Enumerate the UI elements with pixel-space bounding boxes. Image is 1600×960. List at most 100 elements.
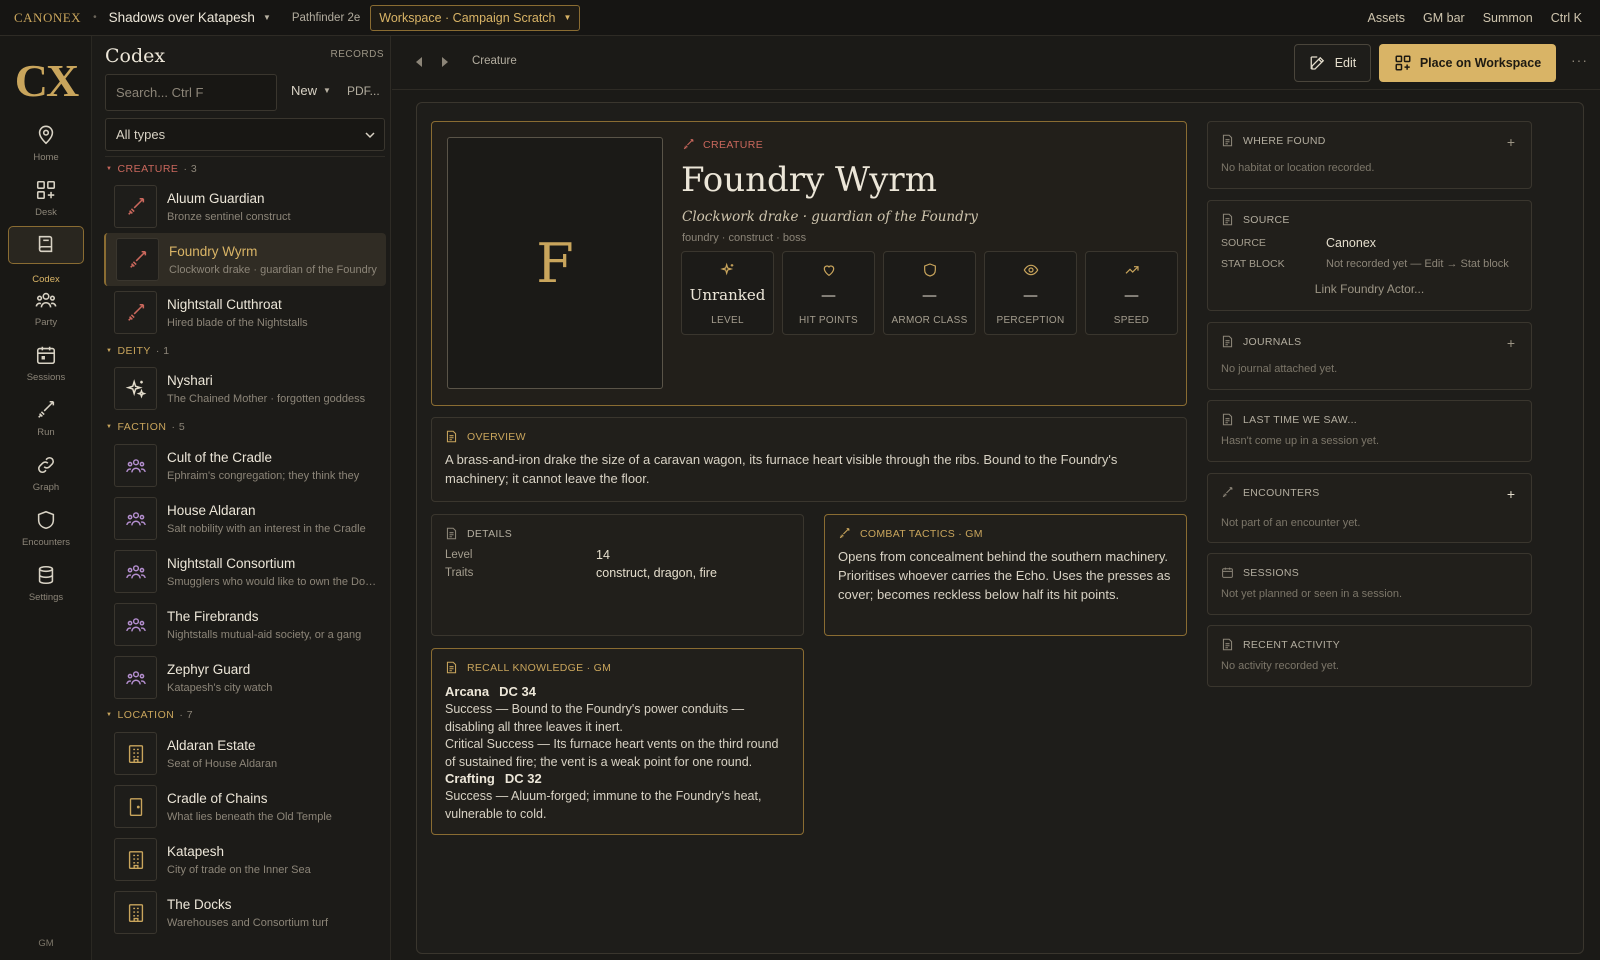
item-name: The Firebrands: [167, 609, 259, 624]
assets-link[interactable]: Assets: [1368, 11, 1406, 25]
item-name: Nyshari: [167, 373, 213, 388]
stat-armor-class[interactable]: — ARMOR CLASS: [883, 251, 976, 335]
list-item-katapesh[interactable]: Katapesh City of trade on the Inner Sea: [104, 833, 386, 886]
recent-activity-empty: No activity recorded yet.: [1221, 660, 1339, 672]
group-label: CREATURE: [117, 163, 179, 175]
rail-item-label: Home: [33, 152, 59, 163]
rail-item-sessions[interactable]: Sessions: [8, 336, 84, 386]
recent-activity-heading: RECENT ACTIVITY: [1243, 638, 1341, 651]
people-icon: [125, 511, 146, 526]
document-icon: [1222, 134, 1233, 147]
last-time-header: LAST TIME WE SAW...: [1221, 413, 1357, 426]
sword-icon: [1222, 487, 1233, 498]
group-count: · 7: [179, 709, 194, 721]
group-header-faction[interactable]: ▼ FACTION · 5: [106, 421, 185, 433]
list-item-zephyr-guard[interactable]: Zephyr Guard Katapesh's city watch: [104, 651, 386, 704]
forward-arrow-icon[interactable]: [438, 55, 452, 69]
skill-name: Crafting: [445, 771, 495, 786]
source-key: SOURCE: [1221, 237, 1266, 249]
brand-logo[interactable]: CANONEX: [14, 10, 81, 26]
item-subtitle: Seat of House Aldaran: [167, 758, 278, 770]
rail-item-encounters[interactable]: Encounters: [8, 501, 84, 551]
people-icon: [35, 292, 57, 308]
trend-icon: [1125, 266, 1139, 274]
item-name: Cult of the Cradle: [167, 450, 273, 465]
gm-bar-link[interactable]: GM bar: [1423, 11, 1465, 25]
rail-item-party[interactable]: Party: [8, 281, 84, 331]
group-header-location[interactable]: ▼ LOCATION · 7: [106, 709, 193, 721]
type-filter-select[interactable]: All types: [105, 118, 385, 151]
list-item-cult-of-the-cradle[interactable]: Cult of the Cradle Ephraim's congregatio…: [104, 439, 386, 492]
list-item-cradle-of-chains[interactable]: Cradle of Chains What lies beneath the O…: [104, 780, 386, 833]
campaign-switcher[interactable]: Shadows over Katapesh ▼: [109, 10, 271, 25]
command-palette-link[interactable]: Ctrl K: [1551, 11, 1582, 25]
pdf-import-button[interactable]: PDF...: [347, 84, 380, 98]
list-item-nightstall-cutthroat[interactable]: Nightstall Cutthroat Hired blade of the …: [104, 286, 386, 339]
item-subtitle: Bronze sentinel construct: [167, 211, 291, 223]
link-foundry-actor-button[interactable]: Link Foundry Actor...: [1208, 282, 1531, 296]
separator: •: [93, 12, 97, 23]
workspace-switcher[interactable]: Workspace · Campaign Scratch ▼: [370, 4, 581, 31]
last-time-empty: Hasn't come up in a session yet.: [1221, 435, 1380, 447]
place-label: Place on Workspace: [1419, 56, 1542, 70]
add-journal-button[interactable]: +: [1507, 335, 1515, 351]
list-item-the-firebrands[interactable]: The Firebrands Nightstalls mutual-aid so…: [104, 598, 386, 651]
list-item-house-aldaran[interactable]: House Aldaran Salt nobility with an inte…: [104, 492, 386, 545]
item-tile: [114, 185, 157, 228]
more-options-button[interactable]: ···: [1571, 52, 1588, 68]
stat-hit-points[interactable]: — HIT POINTS: [782, 251, 875, 335]
top-links: Assets GM bar Summon Ctrl K: [1368, 0, 1582, 36]
stat-block-value[interactable]: Not recorded yet — Edit → Stat block: [1326, 258, 1509, 270]
rail-item-settings[interactable]: Settings: [8, 556, 84, 606]
caret-down-icon: ▼: [323, 86, 331, 95]
rail-item-graph[interactable]: Graph: [8, 446, 84, 496]
stat-speed[interactable]: — SPEED: [1085, 251, 1178, 335]
list-item-aluum-guardian[interactable]: Aluum Guardian Bronze sentinel construct: [104, 180, 386, 233]
add-location-button[interactable]: +: [1507, 134, 1515, 150]
stat-level[interactable]: Unranked LEVEL: [681, 251, 774, 335]
item-tile: [114, 603, 157, 646]
divider: [105, 156, 385, 157]
list-item-foundry-wyrm[interactable]: Foundry Wyrm Clockwork drake · guardian …: [104, 233, 386, 286]
recent-activity-panel: RECENT ACTIVITY No activity recorded yet…: [1207, 625, 1532, 687]
item-tile: [114, 291, 157, 334]
new-record-button[interactable]: New ▼: [291, 83, 331, 98]
combat-tactics-text: Opens from concealment behind the southe…: [838, 549, 1171, 602]
people-icon: [125, 670, 146, 685]
stat-label: PERCEPTION: [996, 315, 1065, 326]
breadcrumb[interactable]: Creature: [472, 55, 517, 67]
rail-item-home[interactable]: Home: [8, 116, 84, 166]
rail-item-codex[interactable]: Codex: [8, 226, 84, 285]
item-tile: [114, 550, 157, 593]
rail-logo[interactable]: CX: [10, 54, 82, 107]
group-header-deity[interactable]: ▼ DEITY · 1: [106, 345, 170, 357]
portrait-placeholder[interactable]: F: [447, 137, 663, 389]
records-tab[interactable]: RECORDS: [330, 49, 384, 60]
summon-link[interactable]: Summon: [1483, 11, 1533, 25]
rail-item-desk[interactable]: Desk: [8, 171, 84, 221]
record-content: F CREATURE Foundry Wyrm Clockwork drake …: [416, 102, 1584, 954]
list-item-aldaran-estate[interactable]: Aldaran Estate Seat of House Aldaran: [104, 727, 386, 780]
place-on-workspace-button[interactable]: Place on Workspace: [1379, 44, 1556, 82]
encounters-empty: Not part of an encounter yet.: [1221, 517, 1361, 529]
codex-search-input[interactable]: Search... Ctrl F: [105, 74, 277, 111]
add-encounter-button[interactable]: +: [1507, 486, 1515, 502]
record-header-card: F CREATURE Foundry Wyrm Clockwork drake …: [431, 121, 1187, 406]
back-arrow-icon[interactable]: [412, 55, 426, 69]
skill-dc: DC 34: [499, 684, 536, 699]
rail-item-run[interactable]: Run: [8, 391, 84, 441]
stat-perception[interactable]: — PERCEPTION: [984, 251, 1077, 335]
detail-key: Level: [445, 549, 473, 561]
list-item-the-docks[interactable]: The Docks Warehouses and Consortium turf: [104, 886, 386, 939]
people-icon: [125, 617, 146, 632]
record-keywords: foundry · construct · boss: [682, 232, 807, 244]
edit-icon: [1310, 56, 1324, 70]
recall-result: Success — Aluum-forged; immune to the Fo…: [445, 789, 762, 821]
list-item-nyshari[interactable]: Nyshari The Chained Mother · forgotten g…: [104, 362, 386, 415]
building-icon: [128, 744, 143, 763]
building-icon: [128, 903, 143, 922]
edit-button[interactable]: Edit: [1294, 44, 1371, 82]
list-item-nightstall-consortium[interactable]: Nightstall Consortium Smugglers who woul…: [104, 545, 386, 598]
group-header-creature[interactable]: ▼ CREATURE · 3: [106, 163, 197, 175]
overview-heading: OVERVIEW: [467, 430, 526, 443]
